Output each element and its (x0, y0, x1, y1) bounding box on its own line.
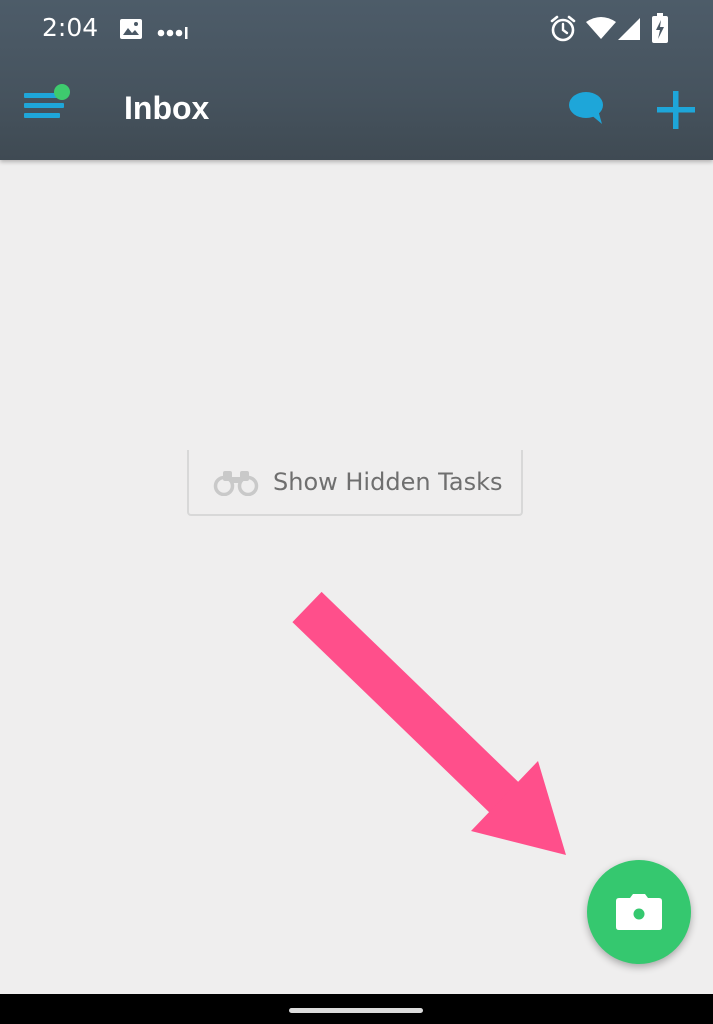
add-button[interactable] (654, 88, 698, 132)
arrow-shaft (292, 591, 530, 824)
task-list-area: Show Hidden Tasks (0, 160, 713, 994)
notification-dot (54, 84, 70, 100)
wifi-icon (586, 16, 616, 44)
status-bar: 2:04 (0, 0, 713, 58)
plus-icon (657, 91, 695, 129)
menu-button[interactable] (20, 82, 76, 128)
image-icon (119, 18, 143, 44)
phone-screen: 2:04 Inbox Show Hidden Tasks (0, 0, 713, 1024)
alarm-icon (549, 15, 577, 47)
chat-button[interactable] (566, 90, 606, 128)
page-title: Inbox (124, 90, 210, 126)
more-dots-icon (157, 24, 189, 43)
menu-icon (24, 84, 70, 118)
camera-button[interactable] (587, 860, 691, 964)
battery-charging-icon (652, 13, 668, 47)
camera-icon (616, 894, 662, 930)
home-gesture-handle[interactable] (289, 1008, 423, 1013)
navigation-bar (0, 994, 713, 1024)
app-bar: Inbox (0, 58, 713, 160)
chat-bubble-icon (569, 92, 603, 124)
status-time: 2:04 (42, 13, 99, 42)
top-bar: 2:04 Inbox (0, 0, 713, 160)
signal-icon (617, 17, 641, 45)
annotation-arrow (292, 591, 566, 855)
